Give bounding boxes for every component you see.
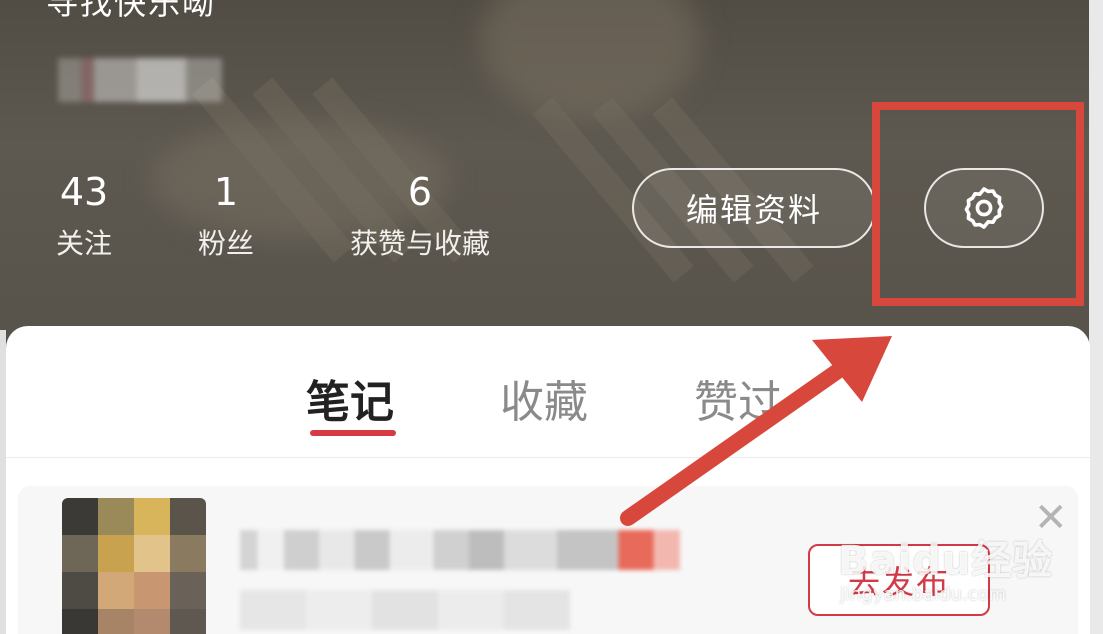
watermark-main: Baidu经验 xyxy=(838,538,1054,584)
watermark-sub: jingyan.baidu.com xyxy=(840,584,1007,605)
baidu-watermark: Baidu经验 jingyan.baidu.com xyxy=(836,512,1066,612)
